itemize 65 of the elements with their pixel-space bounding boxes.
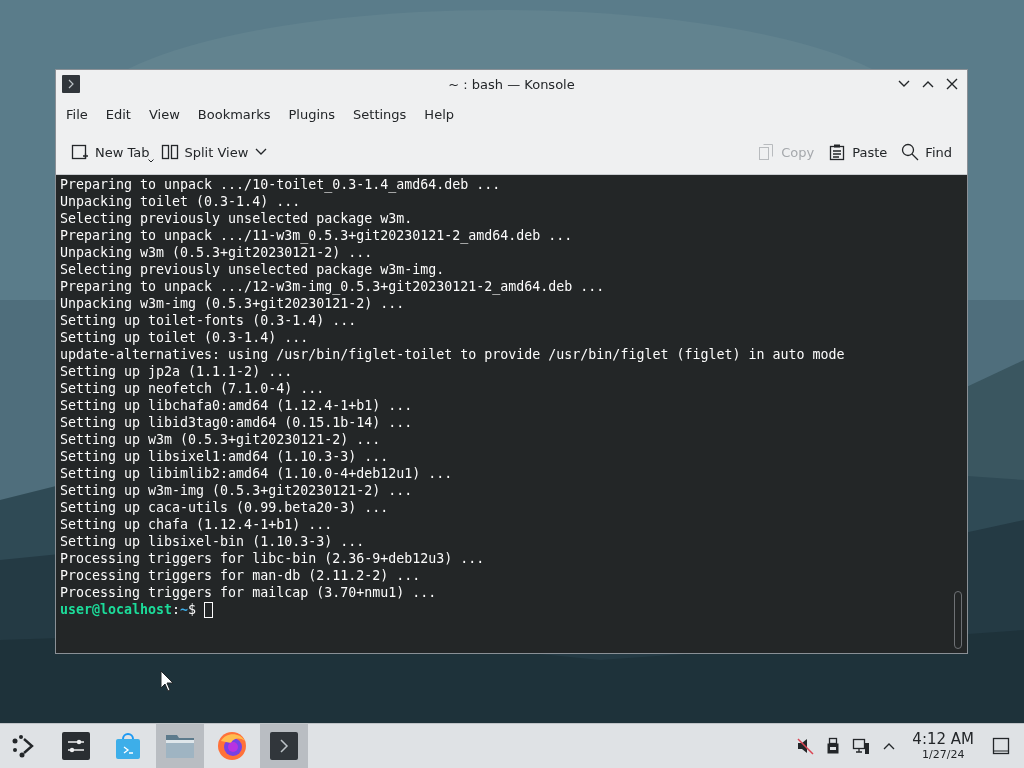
terminal-line: Processing triggers for mailcap (3.70+nmu1) ... [60, 584, 438, 601]
terminal-line: Setting up libsixel1:amd64 (1.10.3-3) ... [60, 448, 390, 465]
terminal-line: Setting up neofetch (7.1.0-4) ... [60, 380, 326, 397]
terminal-line: Setting up w3m (0.5.3+git20230121-2) ... [60, 431, 382, 448]
menu-item[interactable]: Bookmarks [189, 102, 279, 126]
chevron-up-icon [922, 80, 934, 88]
new-tab-icon [71, 143, 89, 161]
clock-time: 4:12 AM [912, 731, 974, 748]
terminal-icon [62, 75, 80, 93]
terminal-line: Setting up toilet-fonts (0.3-1.4) ... [60, 312, 358, 329]
mouse-pointer-icon [160, 670, 174, 692]
terminal-line: Setting up libsixel-bin (1.10.3-3) ... [60, 533, 366, 550]
menu-item[interactable]: File [58, 102, 96, 126]
terminal-line: Unpacking toilet (0.3-1.4) ... [60, 193, 302, 210]
toolbar-button[interactable]: Paste [821, 139, 895, 165]
terminal-line: Unpacking w3m-img (0.5.3+git20230121-2) ... [60, 295, 406, 312]
dropdown-icon[interactable] [147, 159, 154, 163]
terminal-line: Setting up libimlib2:amd64 (1.10.0-4+deb12u1) ... [60, 465, 454, 482]
split-view-icon [160, 143, 179, 161]
browser-icon [217, 731, 247, 761]
terminal-line: Preparing to unpack .../12-w3m-img_0.5.3+git20230121-2_amd64.deb ... [60, 278, 606, 295]
network-icon [852, 737, 871, 755]
terminal-line: Unpacking w3m (0.5.3+git20230121-2) ... [60, 244, 374, 261]
chevron-down-icon [898, 80, 910, 88]
terminal-area[interactable] [56, 175, 967, 653]
terminal-line: Setting up libchafa0:amd64 (1.12.4-1+b1) ... [60, 397, 414, 414]
terminal-line: Preparing to unpack .../10-toilet_0.3-1.4_amd64.deb ... [60, 176, 502, 193]
toolbar-button[interactable]: Find [894, 139, 959, 165]
text-cursor [204, 601, 214, 618]
copy-icon [757, 143, 776, 161]
chevron-down-icon [255, 148, 268, 156]
terminal-line: Setting up chafa (1.12.4-1+b1) ... [60, 516, 334, 533]
muted-speaker-icon [796, 737, 815, 755]
terminal-line: Selecting previously unselected package w3m-img. [60, 261, 446, 278]
terminal-line: Setting up libid3tag0:amd64 (0.15.1b-14) ... [60, 414, 414, 431]
terminal-line: Setting up caca-utils (0.99.beta20-3) ... [60, 499, 390, 516]
terminal-line: Preparing to unpack .../11-w3m_0.5.3+git20230121-2_amd64.deb ... [60, 227, 574, 244]
menu-item[interactable]: Help [416, 102, 462, 126]
prompt-symbol: $ [188, 601, 197, 618]
desktop-icon [992, 737, 1010, 755]
prompt-separator: : [172, 601, 181, 618]
usb-drive-icon [826, 737, 841, 755]
menu-item[interactable]: View [140, 102, 188, 126]
terminal-line: Setting up w3m-img (0.5.3+git20230121-2) ... [60, 482, 414, 499]
window-title: ~ : bash — Konsole [447, 76, 576, 92]
menu-item[interactable]: Settings [345, 102, 415, 126]
terminal-icon [270, 732, 298, 760]
prompt-path: ~ [180, 601, 189, 618]
terminal-line: Processing triggers for libc-bin (2.36-9+deb12u3) ... [60, 550, 486, 567]
menu-item[interactable]: Edit [97, 102, 139, 126]
terminal-line: Setting up toilet (0.3-1.4) ... [60, 329, 310, 346]
sliders-icon [62, 732, 90, 760]
close-icon [946, 78, 958, 90]
folder-icon [165, 733, 195, 759]
terminal-line: Processing triggers for man-db (2.11.2-2) ... [60, 567, 422, 584]
taskbar-item[interactable] [260, 724, 308, 768]
prompt-user: user@localhost [60, 601, 173, 618]
clipboard-icon [828, 143, 847, 161]
menu-item[interactable]: Plugins [280, 102, 344, 126]
terminal-line: update-alternatives: using /usr/bin/figlet-toilet to provide /usr/bin/figlet (figlet) in auto mode [60, 346, 846, 363]
shopping-bag-icon [115, 732, 141, 760]
terminal-line: Setting up jp2a (1.1.1-2) ... [60, 363, 294, 380]
search-icon [901, 143, 920, 161]
clock-date: 1/27/24 [921, 748, 965, 761]
terminal-line: Selecting previously unselected package w3m. [60, 210, 414, 227]
